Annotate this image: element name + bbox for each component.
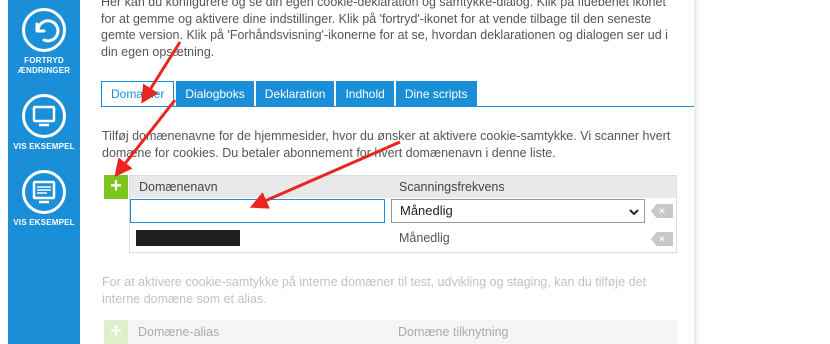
domains-table: Domænenavn Scanningsfrekvens Månedlig ✕ …	[129, 175, 677, 253]
left-gutter	[0, 0, 8, 344]
add-alias-button[interactable]: +	[104, 320, 128, 344]
delete-row-button[interactable]: ✕	[651, 232, 673, 246]
frequency-selected-value: Månedlig	[400, 203, 453, 218]
side-toolbar: FORTRYD ÆNDRINGER VIS EKSEMPEL VIS EKSEM…	[8, 0, 80, 344]
col-domain-alias: Domæne-alias	[138, 325, 220, 339]
undo-label-1: FORTRYD	[24, 56, 64, 65]
delete-row-button[interactable]: ✕	[651, 204, 673, 218]
aliases-table-header: Domæne-alias Domæne tilknytning	[104, 320, 677, 344]
domains-table-header: Domænenavn Scanningsfrekvens	[130, 176, 676, 198]
preview-button-2[interactable]: VIS EKSEMPEL	[8, 170, 80, 228]
preview-label-2: VIS EKSEMPEL	[13, 218, 75, 227]
row-frequency: Månedlig	[399, 231, 450, 245]
preview-button-1[interactable]: VIS EKSEMPEL	[8, 94, 80, 152]
monitor-icon	[22, 94, 66, 138]
intro-text: Her kan du konfigurere og se din egen co…	[101, 0, 668, 59]
undo-changes-button[interactable]: FORTRYD ÆNDRINGER	[8, 8, 80, 76]
domains-description: Tilføj domænenavne for de hjemmesider, h…	[102, 129, 671, 160]
aliases-description: For at aktivere cookie-samtykke på inter…	[102, 275, 647, 306]
preview-label-1: VIS EKSEMPEL	[13, 142, 75, 151]
domain-name-input[interactable]	[130, 199, 385, 223]
tab-bar: Domæner Dialogboks Deklaration Indhold D…	[101, 81, 479, 107]
table-row: Månedlig ✕	[130, 226, 676, 252]
add-domain-button[interactable]: +	[104, 175, 128, 199]
tab-content[interactable]: Indhold	[336, 81, 394, 107]
undo-icon	[22, 8, 66, 52]
tab-dialog[interactable]: Dialogboks	[176, 81, 254, 107]
right-background	[694, 0, 830, 344]
col-scan-frequency: Scanningsfrekvens	[399, 180, 505, 194]
col-domain-name: Domænenavn	[139, 180, 218, 194]
redacted-domain	[136, 230, 240, 246]
new-domain-row: Månedlig ✕	[130, 199, 676, 225]
tab-declaration[interactable]: Deklaration	[255, 81, 335, 107]
content-panel: Her kan du konfigurere og se din egen co…	[80, 0, 694, 344]
tab-domains[interactable]: Domæner	[101, 81, 175, 107]
monitor-text-icon	[22, 170, 66, 214]
tab-underline	[101, 106, 694, 107]
tab-scripts[interactable]: Dine scripts	[395, 81, 477, 107]
frequency-select[interactable]: Månedlig	[391, 199, 645, 223]
undo-label-2: ÆNDRINGER	[17, 66, 71, 75]
col-domain-link: Domæne tilknytning	[398, 325, 509, 339]
chevron-down-icon	[628, 204, 640, 226]
